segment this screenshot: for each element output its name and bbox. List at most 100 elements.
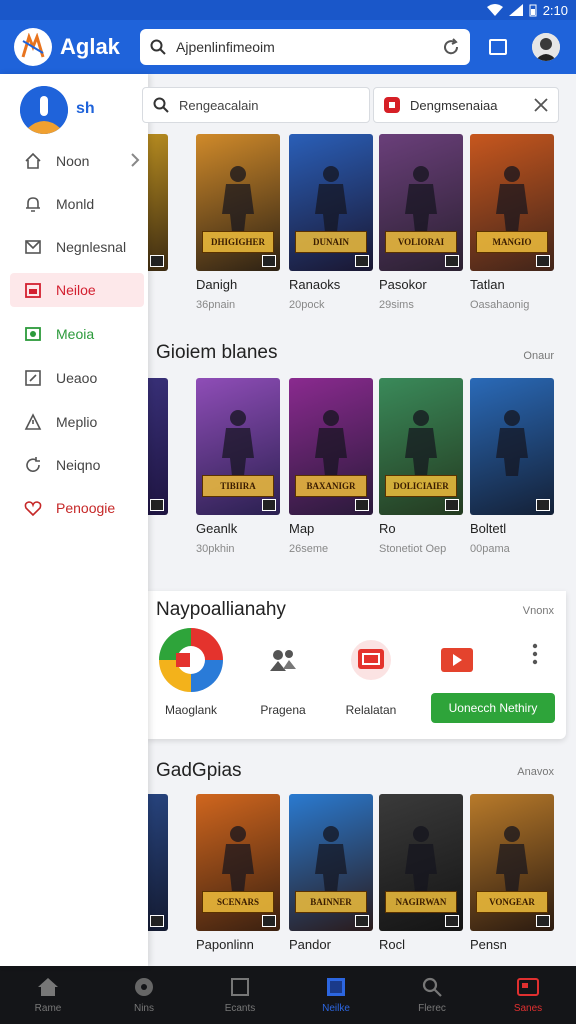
game-title: Map <box>289 521 315 536</box>
sidebar-item-label: Neiloe <box>56 282 96 298</box>
section-title: GadGpias <box>156 760 242 781</box>
hero-figure-icon <box>403 408 439 478</box>
nav-app-item[interactable]: Relalatan <box>328 627 414 717</box>
rating-badge-icon <box>355 255 369 267</box>
search-icon <box>422 977 442 997</box>
game-card[interactable]: DUNAIN Ranaoks 20pock <box>289 134 373 311</box>
bottom-nav-ecants[interactable]: Ecants <box>192 966 288 1024</box>
sidebar-item-warning[interactable]: Meplio <box>10 405 144 439</box>
rating-badge-icon <box>355 915 369 927</box>
sidebar-item-mail[interactable]: Negnlesnal <box>10 230 144 264</box>
sidebar-item-heart[interactable]: Penoogie <box>10 491 144 525</box>
game-card[interactable]: BAINNER Pandor <box>289 794 373 959</box>
sub-search-input[interactable] <box>179 97 359 113</box>
nav-app-label: Pragena <box>260 703 306 717</box>
game-card[interactable]: DHIGIGHER Danigh 36pnain <box>196 134 280 311</box>
game-card[interactable]: VOLIORAI Pasokor 29sims <box>379 134 463 311</box>
sidebar-item-edit[interactable]: Ueaoo <box>10 361 144 395</box>
nav-app-item[interactable]: Maoglank <box>148 627 234 717</box>
warning-icon <box>24 413 42 430</box>
battery-icon <box>529 4 537 16</box>
game-poster: DOLICIAIER <box>379 378 463 515</box>
primary-action-button[interactable]: Uonecch Nethiry <box>431 693 555 723</box>
game-title: Pasokor <box>379 277 427 292</box>
game-card[interactable]: SCENARS Paponlinn <box>196 794 280 959</box>
search-icon <box>150 39 166 55</box>
game-card[interactable]: DOLICIAIER Ro Stonetiot Oep <box>379 378 463 555</box>
record-icon <box>384 97 400 113</box>
poster-banner: NAGIRWAN <box>385 891 457 913</box>
hero-figure-icon <box>403 824 439 894</box>
game-card[interactable]: NAGIRWAN Rocl <box>379 794 463 959</box>
game-poster: VONGEAR <box>470 794 554 931</box>
game-title: Geanlk <box>196 521 238 536</box>
sidebar-item-refresh[interactable]: Neiqno <box>10 448 144 482</box>
game-poster: DHIGIGHER <box>196 134 280 271</box>
bottom-nav-home[interactable]: Rame <box>0 966 96 1024</box>
game-card[interactable]: VONGEAR Pensn <box>470 794 554 959</box>
hero-figure-icon <box>494 824 530 894</box>
section-title: Naypoallianahy <box>156 599 286 620</box>
game-subtitle: 26seme <box>289 543 329 555</box>
refresh-icon[interactable] <box>442 38 460 56</box>
app-title: Aglak <box>60 34 120 59</box>
section-more-link[interactable]: Anavox <box>517 766 554 778</box>
circle-icon <box>135 977 153 996</box>
game-card[interactable]: BAXANIGR Map 26seme <box>289 378 373 555</box>
game-subtitle: 00pama <box>470 543 510 555</box>
filter-chip[interactable]: Dengmsenaiaa <box>373 87 559 123</box>
game-title: Boltetl <box>470 521 507 536</box>
game-title: Pandor <box>289 937 331 952</box>
rating-badge-icon <box>445 499 459 511</box>
status-icons: 2:10 <box>486 0 568 20</box>
window-icon[interactable] <box>486 35 510 59</box>
game-card[interactable]: MANGIO Tatlan Oasahaonig <box>470 134 554 311</box>
game-card[interactable]: Boltetl 00pama <box>470 378 554 555</box>
game-subtitle: 29sims <box>379 299 414 311</box>
bottom-nav-neilke[interactable]: Neilke <box>288 966 384 1024</box>
grid-icon <box>327 977 345 996</box>
mail-icon <box>25 240 41 254</box>
game-title: Paponlinn <box>196 937 254 952</box>
rating-badge-icon <box>150 499 164 511</box>
game-card[interactable]: TIBIIRA Geanlk 30pkhin <box>196 378 280 555</box>
nav-app-item[interactable] <box>414 627 500 703</box>
game-subtitle: 30pkhin <box>196 543 235 555</box>
section-more-link[interactable]: Onaur <box>523 350 554 362</box>
sidebar-item-label: Ueaoo <box>56 370 98 386</box>
bottom-nav-label: Nins <box>133 1002 154 1014</box>
app-logo-icon[interactable] <box>14 28 52 66</box>
bottom-nav-nins[interactable]: Nins <box>96 966 192 1024</box>
navigation-panel: Naypoallianahy Vnonx Maoglank Pragena Re… <box>148 591 566 739</box>
rating-badge-icon <box>445 915 459 927</box>
top-search-bar[interactable] <box>140 29 470 65</box>
game-poster: BAINNER <box>289 794 373 931</box>
hero-figure-icon <box>220 824 256 894</box>
game-subtitle: Stonetiot Oep <box>379 543 447 555</box>
sub-search-bar[interactable] <box>142 87 370 123</box>
game-poster: MANGIO <box>470 134 554 271</box>
sidebar-item-bell[interactable]: Monld <box>10 187 144 221</box>
poster-banner: TIBIIRA <box>202 475 274 497</box>
bottom-nav-sanes[interactable]: Sanes <box>480 966 576 1024</box>
section-more-link[interactable]: Vnonx <box>523 605 554 617</box>
user-avatar[interactable] <box>532 33 560 61</box>
more-vert-icon[interactable] <box>531 643 539 665</box>
sidebar-item-home[interactable]: Noon <box>10 144 144 178</box>
edit-icon <box>25 370 41 386</box>
bottom-nav-search[interactable]: Flerec <box>384 966 480 1024</box>
game-title: Rocl <box>379 937 406 952</box>
nav-app-item[interactable]: Pragena <box>240 627 326 717</box>
top-search-input[interactable] <box>176 39 432 55</box>
sidebar-item-calendar[interactable]: Neiloe <box>10 273 144 307</box>
filter-chip-label: Dengmsenaiaa <box>410 97 498 113</box>
poster-banner: DHIGIGHER <box>202 231 274 253</box>
profile-avatar[interactable] <box>20 86 68 134</box>
app-bar: Aglak <box>0 20 576 74</box>
game-title: Ro <box>379 521 396 536</box>
rating-badge-icon <box>536 255 550 267</box>
profile-name: sh <box>76 100 95 117</box>
section-title: Gioiem blanes <box>156 342 278 363</box>
close-icon[interactable] <box>534 98 548 112</box>
sidebar-item-media[interactable]: Meoia <box>10 317 144 351</box>
